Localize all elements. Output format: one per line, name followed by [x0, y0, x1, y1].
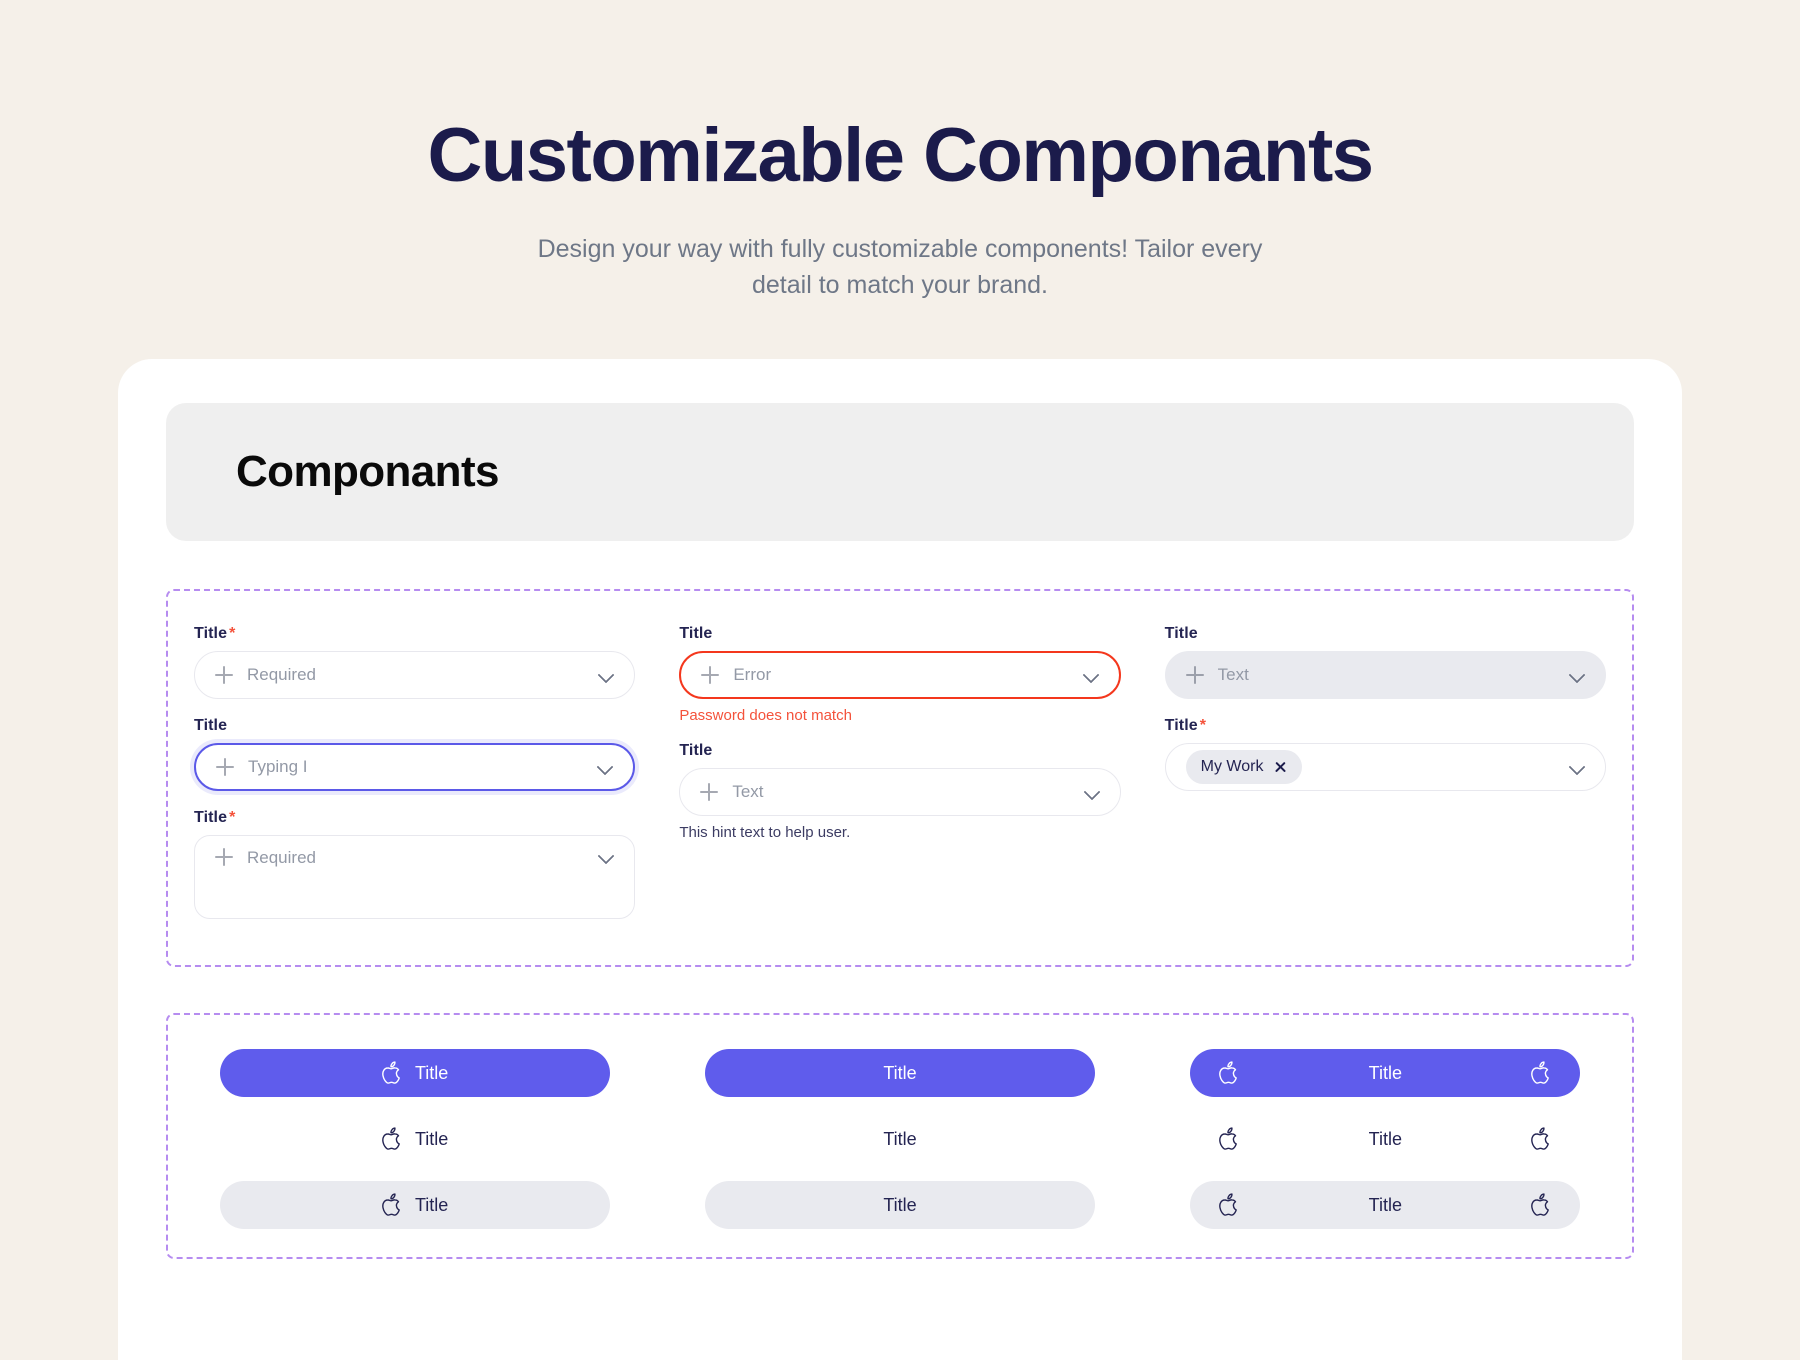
field-label: Title — [1165, 625, 1606, 643]
button-column-3: Title Title Title — [1165, 1049, 1606, 1229]
form-field: Title Error Password does not match — [679, 625, 1120, 724]
selected-chip[interactable]: My Work — [1186, 750, 1303, 784]
form-column-1: Title* Required Title Typing I Title* Require… — [194, 625, 635, 937]
input-placeholder: Error — [733, 665, 1082, 685]
form-field: Title Text This hint text to help user. — [679, 742, 1120, 841]
input-placeholder: Required — [247, 665, 598, 685]
select-input[interactable]: Typing I — [194, 743, 635, 791]
form-field: Title* Required — [194, 809, 635, 919]
select-input[interactable]: Error — [679, 651, 1120, 699]
chevron-down-icon[interactable] — [1569, 759, 1585, 775]
required-asterisk: * — [1200, 717, 1206, 734]
plus-icon — [215, 666, 233, 684]
buttons-section: TitleTitleTitleTitleTitleTitleTitleTitle… — [166, 1013, 1634, 1259]
field-label: Title — [679, 742, 1120, 760]
action-button[interactable]: Title — [705, 1049, 1095, 1097]
panel-header: Componants — [166, 403, 1634, 541]
chevron-down-icon[interactable] — [598, 667, 614, 683]
page-subtitle: Design your way with fully customizable … — [510, 232, 1290, 303]
field-label: Title — [679, 625, 1120, 643]
field-label: Title* — [194, 625, 635, 643]
button-column-2: Title Title Title — [679, 1049, 1120, 1229]
button-label: Title — [883, 1063, 916, 1084]
field-label: Title* — [194, 809, 635, 827]
select-input[interactable]: Text — [1165, 651, 1606, 699]
form-field: Title Typing I — [194, 717, 635, 791]
field-label: Title* — [1165, 717, 1606, 735]
field-label: Title — [194, 717, 635, 735]
select-input[interactable]: Required — [194, 835, 635, 919]
form-column-2: Title Error Password does not match Title Te… — [679, 625, 1120, 859]
multiselect-input[interactable]: My Work — [1165, 743, 1606, 791]
button-column-1: Title Title Title — [194, 1049, 635, 1229]
apple-icon — [1530, 1127, 1552, 1151]
plus-icon — [1186, 666, 1204, 684]
field-error-message: Password does not match — [679, 707, 1120, 724]
components-panel: Componants Title*RequiredTitleTyping ITi… — [118, 359, 1682, 1360]
action-button[interactable]: Title — [220, 1181, 610, 1229]
select-input[interactable]: Text — [679, 768, 1120, 816]
panel-header-title: Componants — [236, 447, 499, 497]
chip-label: My Work — [1201, 758, 1264, 776]
button-label: Title — [1252, 1195, 1518, 1216]
hero-section: Customizable Componants Design your way … — [0, 0, 1800, 303]
chevron-down-icon[interactable] — [1083, 667, 1099, 683]
form-field: Title* Required — [194, 625, 635, 699]
field-hint-text: This hint text to help user. — [679, 824, 1120, 841]
chevron-down-icon[interactable] — [1084, 784, 1100, 800]
button-label: Title — [1252, 1129, 1518, 1150]
apple-icon — [1530, 1061, 1552, 1085]
chevron-down-icon[interactable] — [597, 759, 613, 775]
form-field: Title Text — [1165, 625, 1606, 699]
chevron-down-icon[interactable] — [1569, 667, 1585, 683]
action-button[interactable]: Title — [705, 1115, 1095, 1163]
apple-icon — [381, 1061, 403, 1085]
input-placeholder: Text — [732, 782, 1083, 802]
button-label: Title — [1252, 1063, 1518, 1084]
buttons-grid: TitleTitleTitleTitleTitleTitleTitleTitle… — [194, 1049, 1606, 1229]
form-column-3: Title Text Title* My Work — [1165, 625, 1606, 809]
select-input[interactable]: Required — [194, 651, 635, 699]
form-fields-section: Title*RequiredTitleTyping ITitle*Require… — [166, 589, 1634, 967]
apple-icon — [1530, 1193, 1552, 1217]
action-button[interactable]: Title — [1190, 1181, 1580, 1229]
form-field: Title* My Work — [1165, 717, 1606, 791]
page-title: Customizable Componants — [0, 118, 1800, 194]
input-placeholder: Typing I — [248, 757, 597, 777]
plus-icon — [216, 758, 234, 776]
required-asterisk: * — [229, 809, 235, 826]
button-label: Title — [415, 1129, 448, 1150]
action-button[interactable]: Title — [1190, 1115, 1580, 1163]
input-placeholder: Text — [1218, 665, 1569, 685]
input-placeholder: Required — [247, 848, 598, 868]
form-fields-grid: Title*RequiredTitleTyping ITitle*Require… — [194, 625, 1606, 937]
plus-icon — [700, 783, 718, 801]
close-icon[interactable] — [1274, 761, 1287, 774]
plus-icon — [215, 848, 233, 866]
plus-icon — [701, 666, 719, 684]
button-label: Title — [883, 1129, 916, 1150]
action-button[interactable]: Title — [220, 1115, 610, 1163]
chevron-down-icon[interactable] — [598, 848, 614, 864]
button-label: Title — [415, 1195, 448, 1216]
apple-icon — [1218, 1127, 1240, 1151]
apple-icon — [1218, 1193, 1240, 1217]
action-button[interactable]: Title — [220, 1049, 610, 1097]
apple-icon — [381, 1127, 403, 1151]
action-button[interactable]: Title — [1190, 1049, 1580, 1097]
action-button[interactable]: Title — [705, 1181, 1095, 1229]
button-label: Title — [883, 1195, 916, 1216]
button-label: Title — [415, 1063, 448, 1084]
apple-icon — [381, 1193, 403, 1217]
required-asterisk: * — [229, 625, 235, 642]
apple-icon — [1218, 1061, 1240, 1085]
